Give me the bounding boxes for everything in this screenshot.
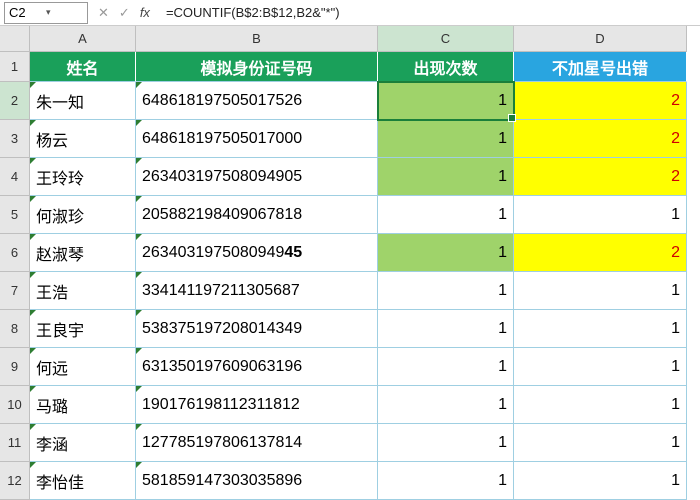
header-error[interactable]: 不加星号出错 — [514, 52, 687, 82]
cell-d8[interactable]: 1 — [514, 310, 687, 348]
select-all-corner[interactable] — [0, 26, 30, 52]
cell-c3[interactable]: 1 — [378, 120, 514, 158]
header-name[interactable]: 姓名 — [30, 52, 136, 82]
cell-b4[interactable]: 263403197508094905 — [136, 158, 378, 196]
cell-b11[interactable]: 127785197806137814 — [136, 424, 378, 462]
cell-d11[interactable]: 1 — [514, 424, 687, 462]
cell-c4[interactable]: 1 — [378, 158, 514, 196]
row-header-5[interactable]: 5 — [0, 196, 30, 234]
chevron-down-icon[interactable]: ▾ — [46, 7, 83, 18]
cell-b5[interactable]: 205882198409067818 — [136, 196, 378, 234]
cell-c11[interactable]: 1 — [378, 424, 514, 462]
cell-c2[interactable]: 1 — [378, 82, 514, 120]
cell-a11[interactable]: 李涵 — [30, 424, 136, 462]
cell-b2[interactable]: 648618197505017526 — [136, 82, 378, 120]
cell-c10[interactable]: 1 — [378, 386, 514, 424]
cell-b7[interactable]: 334141197211305687 — [136, 272, 378, 310]
cell-b10[interactable]: 190176198112311812 — [136, 386, 378, 424]
cell-d6[interactable]: 2 — [514, 234, 687, 272]
cell-a3[interactable]: 杨云 — [30, 120, 136, 158]
cell-d3[interactable]: 2 — [514, 120, 687, 158]
cell-a5[interactable]: 何淑珍 — [30, 196, 136, 234]
row-header-6[interactable]: 6 — [0, 234, 30, 272]
row-header-8[interactable]: 8 — [0, 310, 30, 348]
cell-b9[interactable]: 631350197609063196 — [136, 348, 378, 386]
formula-input[interactable]: =COUNTIF(B$2:B$12,B2&"*") — [160, 5, 700, 20]
cell-c6[interactable]: 1 — [378, 234, 514, 272]
row-header-12[interactable]: 12 — [0, 462, 30, 500]
row-header-9[interactable]: 9 — [0, 348, 30, 386]
row-header-7[interactable]: 7 — [0, 272, 30, 310]
cell-b12[interactable]: 581859147303035896 — [136, 462, 378, 500]
cell-c9[interactable]: 1 — [378, 348, 514, 386]
cell-a12[interactable]: 李怡佳 — [30, 462, 136, 500]
header-count[interactable]: 出现次数 — [378, 52, 514, 82]
cell-d7[interactable]: 1 — [514, 272, 687, 310]
formula-bar-icons: ✕ ✓ fx — [88, 5, 160, 21]
id-suffix: 45 — [284, 244, 302, 262]
cell-a8[interactable]: 王良宇 — [30, 310, 136, 348]
cell-d9[interactable]: 1 — [514, 348, 687, 386]
cell-c8[interactable]: 1 — [378, 310, 514, 348]
cell-a10[interactable]: 马璐 — [30, 386, 136, 424]
row-header-10[interactable]: 10 — [0, 386, 30, 424]
name-box-value: C2 — [9, 5, 46, 20]
row-header-11[interactable]: 11 — [0, 424, 30, 462]
row-header-3[interactable]: 3 — [0, 120, 30, 158]
cell-d12[interactable]: 1 — [514, 462, 687, 500]
cell-a2[interactable]: 朱一知 — [30, 82, 136, 120]
cell-b3[interactable]: 648618197505017000 — [136, 120, 378, 158]
spreadsheet-grid: A B C D 1 姓名 模拟身份证号码 出现次数 不加星号出错 2 朱一知 6… — [0, 26, 700, 500]
cell-c5[interactable]: 1 — [378, 196, 514, 234]
col-header-b[interactable]: B — [136, 26, 378, 52]
cell-a9[interactable]: 何远 — [30, 348, 136, 386]
cell-a4[interactable]: 王玲玲 — [30, 158, 136, 196]
fx-icon[interactable]: fx — [140, 5, 150, 20]
confirm-icon[interactable]: ✓ — [119, 5, 130, 21]
row-header-1[interactable]: 1 — [0, 52, 30, 82]
id-prefix: 2634031975080949 — [142, 244, 284, 262]
col-header-d[interactable]: D — [514, 26, 687, 52]
name-box[interactable]: C2 ▾ — [4, 2, 88, 24]
cell-c12[interactable]: 1 — [378, 462, 514, 500]
col-header-a[interactable]: A — [30, 26, 136, 52]
cell-d4[interactable]: 2 — [514, 158, 687, 196]
cell-a6[interactable]: 赵淑琴 — [30, 234, 136, 272]
row-header-4[interactable]: 4 — [0, 158, 30, 196]
cell-b8[interactable]: 538375197208014349 — [136, 310, 378, 348]
cell-c7[interactable]: 1 — [378, 272, 514, 310]
cell-b6[interactable]: 263403197508094945 — [136, 234, 378, 272]
cell-d10[interactable]: 1 — [514, 386, 687, 424]
cell-a7[interactable]: 王浩 — [30, 272, 136, 310]
cell-d5[interactable]: 1 — [514, 196, 687, 234]
row-header-2[interactable]: 2 — [0, 82, 30, 120]
col-header-c[interactable]: C — [378, 26, 514, 52]
formula-bar: C2 ▾ ✕ ✓ fx =COUNTIF(B$2:B$12,B2&"*") — [0, 0, 700, 26]
cell-d2[interactable]: 2 — [514, 82, 687, 120]
cancel-icon[interactable]: ✕ — [98, 5, 109, 21]
header-id[interactable]: 模拟身份证号码 — [136, 52, 378, 82]
